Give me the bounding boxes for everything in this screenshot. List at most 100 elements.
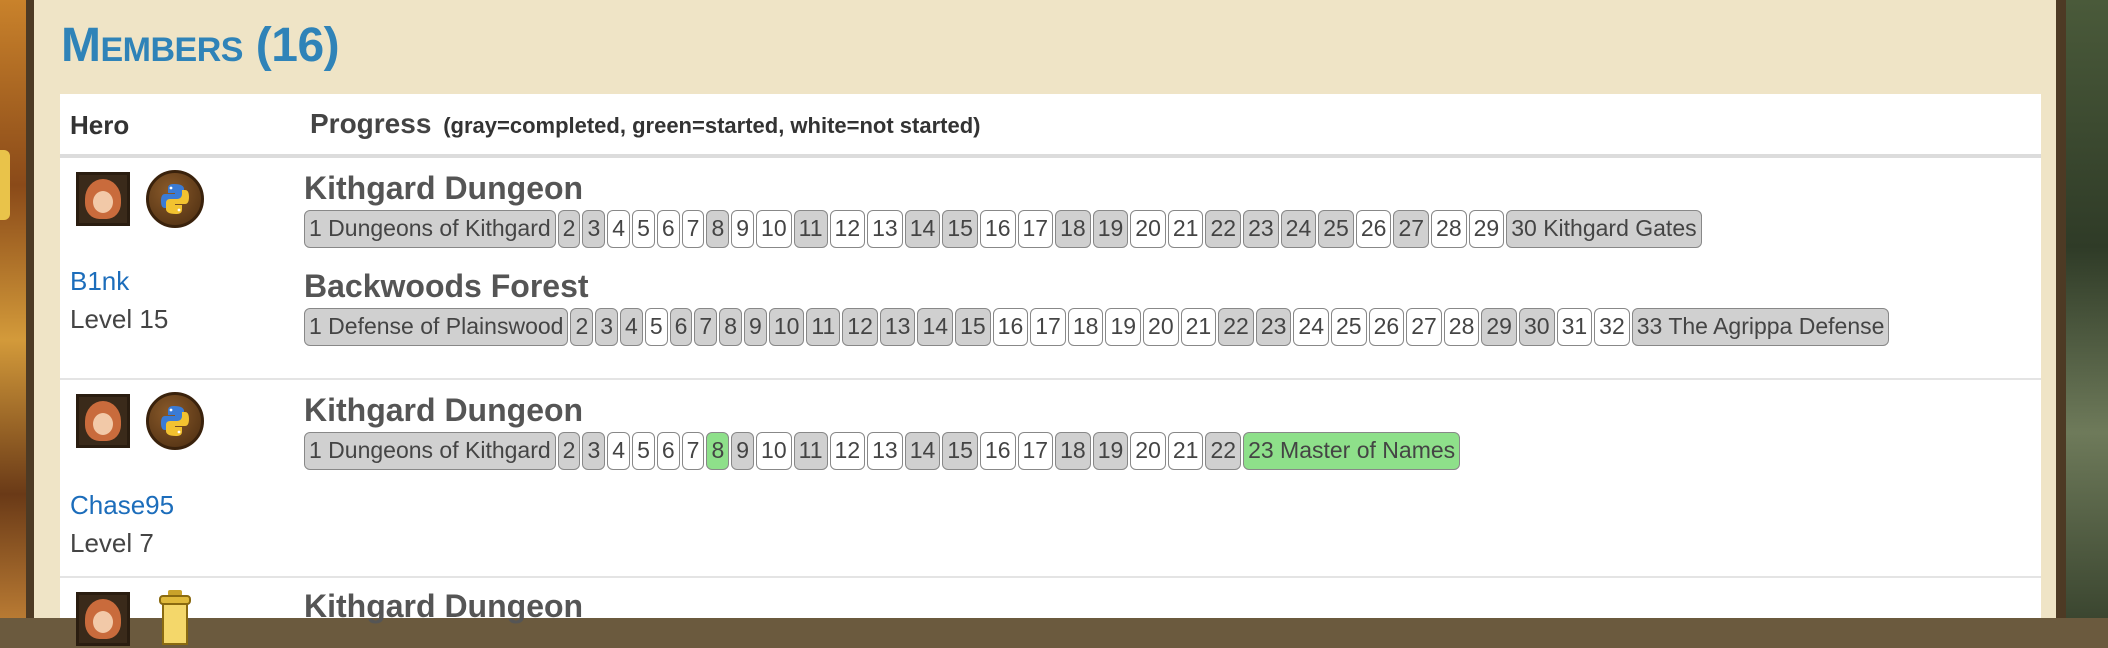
level-chip[interactable]: 4 bbox=[620, 308, 643, 346]
level-chip[interactable]: 7 bbox=[681, 210, 705, 248]
level-chip[interactable]: 5 bbox=[632, 210, 655, 248]
level-chip[interactable]: 30 Kithgard Gates bbox=[1506, 210, 1702, 248]
level-chip[interactable]: 25 bbox=[1318, 210, 1354, 248]
level-chip[interactable]: 22 bbox=[1218, 308, 1254, 346]
level-chip[interactable]: 15 bbox=[955, 308, 991, 346]
level-chip[interactable]: 13 bbox=[879, 308, 916, 346]
level-chip[interactable]: 18 bbox=[1067, 308, 1104, 346]
level-chip[interactable]: 6 bbox=[656, 210, 680, 248]
level-chip[interactable]: 30 bbox=[1518, 308, 1555, 346]
level-chip[interactable]: 11 bbox=[806, 308, 841, 346]
level-chip[interactable]: 21 bbox=[1167, 432, 1204, 470]
level-chip[interactable]: 17 bbox=[1017, 432, 1054, 470]
level-chip[interactable]: 13 bbox=[867, 432, 903, 470]
members-heading: Members (16) bbox=[61, 19, 340, 72]
level-chip[interactable]: 4 bbox=[607, 210, 631, 248]
level-chip[interactable]: 22 bbox=[1205, 432, 1242, 470]
level-chip[interactable]: 3 bbox=[582, 210, 606, 248]
background-art-right bbox=[2066, 0, 2108, 618]
level-chip[interactable]: 9 bbox=[731, 432, 755, 470]
level-chip[interactable]: 21 bbox=[1167, 210, 1204, 248]
level-chip[interactable]: 8 bbox=[706, 432, 730, 470]
level-chip[interactable]: 2 bbox=[570, 308, 594, 346]
campaign-title: Backwoods Forest bbox=[304, 268, 589, 304]
level-chip[interactable]: 7 bbox=[694, 308, 718, 346]
level-chip[interactable]: 26 bbox=[1355, 210, 1392, 248]
level-chip[interactable]: 4 bbox=[607, 432, 631, 470]
campaign-backwoods-forest: Backwoods Forest 1 Defense of Plainswood… bbox=[304, 268, 1890, 346]
level-chip[interactable]: 6 bbox=[669, 308, 693, 346]
level-chip[interactable]: 14 bbox=[917, 308, 954, 346]
level-chip[interactable]: 19 bbox=[1092, 210, 1129, 248]
level-chip[interactable]: 7 bbox=[681, 432, 705, 470]
level-chip[interactable]: 29 bbox=[1481, 308, 1517, 346]
level-chip[interactable]: 28 bbox=[1431, 210, 1467, 248]
level-chip[interactable]: 23 bbox=[1255, 308, 1292, 346]
level-chip[interactable]: 6 bbox=[656, 432, 680, 470]
level-chip[interactable]: 12 bbox=[829, 432, 866, 470]
level-chip[interactable]: 3 bbox=[595, 308, 619, 346]
level-chip[interactable]: 8 bbox=[719, 308, 743, 346]
campaign-title: Kithgard Dungeon bbox=[304, 170, 584, 206]
level-chip[interactable]: 32 bbox=[1594, 308, 1630, 346]
level-chip[interactable]: 11 bbox=[793, 210, 828, 248]
level-chip[interactable]: 24 bbox=[1293, 308, 1330, 346]
level-chip[interactable]: 20 bbox=[1143, 308, 1179, 346]
level-chip[interactable]: 27 bbox=[1406, 308, 1442, 346]
level-chip[interactable]: 31 bbox=[1556, 308, 1593, 346]
level-chip[interactable]: 17 bbox=[1030, 308, 1066, 346]
level-chip[interactable]: 10 bbox=[756, 432, 792, 470]
level-chip[interactable]: 16 bbox=[979, 432, 1016, 470]
level-chip[interactable]: 5 bbox=[632, 432, 655, 470]
level-chip[interactable]: 11 bbox=[793, 432, 828, 470]
python-logo-icon bbox=[161, 184, 189, 214]
campaign-title: Kithgard Dungeon bbox=[304, 588, 584, 624]
level-chip[interactable]: 20 bbox=[1130, 432, 1166, 470]
level-chip[interactable]: 16 bbox=[979, 210, 1016, 248]
level-chip[interactable]: 23 bbox=[1243, 210, 1279, 248]
level-chip[interactable]: 14 bbox=[904, 210, 941, 248]
level-chip[interactable]: 9 bbox=[731, 210, 755, 248]
level-chip[interactable]: 28 bbox=[1443, 308, 1480, 346]
level-chip[interactable]: 1 Dungeons of Kithgard bbox=[304, 210, 556, 248]
level-chip[interactable]: 10 bbox=[756, 210, 792, 248]
level-chip[interactable]: 15 bbox=[942, 432, 978, 470]
level-chip[interactable]: 16 bbox=[992, 308, 1029, 346]
level-chip[interactable]: 19 bbox=[1105, 308, 1142, 346]
level-chip[interactable]: 29 bbox=[1468, 210, 1505, 248]
level-chip[interactable]: 25 bbox=[1331, 308, 1367, 346]
hero-portrait-icon bbox=[76, 172, 130, 226]
level-chip[interactable]: 18 bbox=[1055, 432, 1091, 470]
level-chip[interactable]: 1 Defense of Plainswood bbox=[304, 308, 569, 346]
table-header: Hero Progress (gray=completed, green=sta… bbox=[60, 94, 2041, 158]
level-chip[interactable]: 20 bbox=[1130, 210, 1166, 248]
level-chip[interactable]: 2 bbox=[557, 432, 581, 470]
level-chip[interactable]: 14 bbox=[904, 432, 941, 470]
level-chip[interactable]: 24 bbox=[1280, 210, 1317, 248]
level-chip[interactable]: 27 bbox=[1393, 210, 1430, 248]
frame-border-right bbox=[2056, 0, 2066, 618]
level-chip[interactable]: 2 bbox=[557, 210, 581, 248]
level-list: 1 Dungeons of Kithgard 2 3 4 5 6 7 8 9 10 11 12 13 14… bbox=[304, 432, 1461, 470]
level-chip[interactable]: 21 bbox=[1180, 308, 1217, 346]
hero-name-link[interactable]: Chase95 bbox=[70, 490, 174, 521]
level-chip[interactable]: 5 bbox=[644, 308, 668, 346]
level-chip[interactable]: 8 bbox=[706, 210, 730, 248]
level-chip[interactable]: 17 bbox=[1017, 210, 1054, 248]
level-chip[interactable]: 19 bbox=[1092, 432, 1129, 470]
hero-name-link[interactable]: B1nk bbox=[70, 266, 129, 297]
level-chip[interactable]: 3 bbox=[582, 432, 606, 470]
level-chip[interactable]: 10 bbox=[768, 308, 805, 346]
lantern-graphic-icon bbox=[159, 590, 191, 645]
level-chip[interactable]: 26 bbox=[1368, 308, 1405, 346]
level-chip[interactable]: 12 bbox=[842, 308, 878, 346]
level-chip[interactable]: 1 Dungeons of Kithgard bbox=[304, 432, 556, 470]
level-chip[interactable]: 18 bbox=[1055, 210, 1091, 248]
level-chip[interactable]: 13 bbox=[867, 210, 903, 248]
level-chip[interactable]: 33 The Agrippa Defense bbox=[1631, 308, 1890, 346]
level-chip[interactable]: 23 Master of Names bbox=[1243, 432, 1461, 470]
level-chip[interactable]: 22 bbox=[1205, 210, 1242, 248]
level-chip[interactable]: 15 bbox=[942, 210, 978, 248]
level-chip[interactable]: 12 bbox=[829, 210, 866, 248]
level-chip[interactable]: 9 bbox=[744, 308, 767, 346]
